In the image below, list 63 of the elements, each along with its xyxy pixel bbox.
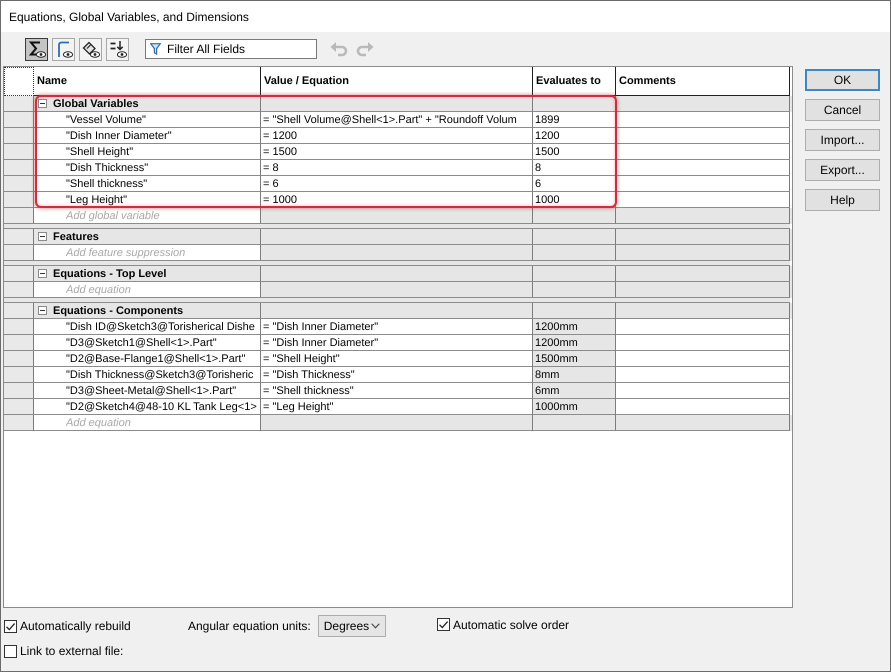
row-header-cell[interactable] [4, 245, 34, 261]
row-header-cell[interactable] [4, 367, 34, 383]
checkbox-label[interactable]: Automatically rebuild [20, 619, 131, 633]
checkbox-label[interactable]: Link to external file: [20, 644, 124, 658]
order-eye-icon [108, 39, 128, 59]
filter-field[interactable]: Filter All Fields [145, 39, 317, 59]
row-header-cell[interactable] [4, 144, 34, 160]
group-title: Equations - Components [53, 304, 184, 316]
row-header-cell[interactable] [4, 160, 34, 176]
dialog-button[interactable]: Export... [805, 159, 880, 181]
dialog-button[interactable]: OK [805, 69, 880, 91]
group-title: Features [53, 230, 99, 242]
collapse-icon[interactable] [38, 269, 47, 278]
field-label: Angular equation units: [188, 619, 311, 633]
row-header-cell[interactable] [4, 383, 34, 399]
view-toggle-button[interactable] [106, 38, 129, 60]
table-cell: 1200mm [533, 335, 616, 351]
filter-icon [150, 43, 161, 55]
undo-icon [329, 39, 349, 59]
group-title: Equations - Top Level [53, 268, 166, 280]
chevron-down-icon [370, 623, 380, 629]
row-header-cell[interactable] [4, 96, 34, 112]
row-header-cell[interactable] [4, 319, 34, 335]
checkbox[interactable] [4, 644, 17, 658]
row-header-cell[interactable] [4, 229, 34, 245]
row-header-cell[interactable] [4, 415, 34, 431]
checkbox[interactable] [437, 618, 450, 631]
table-cell: 1200mm [533, 319, 616, 335]
row-header-cell[interactable] [4, 282, 34, 298]
collapse-icon[interactable] [38, 99, 47, 108]
collapse-icon[interactable] [38, 232, 47, 241]
view-toggle-button[interactable] [52, 38, 75, 60]
row-header-cell[interactable] [4, 112, 34, 128]
column-header[interactable]: Name [34, 67, 261, 96]
collapse-icon[interactable] [38, 306, 47, 315]
window-title: Equations, Global Variables, and Dimensions [9, 10, 249, 24]
part-eye-icon [80, 39, 100, 59]
row-header-cell[interactable] [4, 303, 34, 319]
dialog-button[interactable]: Cancel [805, 99, 880, 121]
row-header-cell[interactable] [4, 128, 34, 144]
redo-icon [355, 39, 375, 59]
sigma-eye-icon [26, 39, 46, 59]
checkbox-label[interactable]: Automatic solve order [453, 618, 570, 632]
row-header-cell[interactable] [4, 335, 34, 351]
table-cell: 8mm [533, 367, 616, 383]
row-header-cell[interactable] [4, 399, 34, 415]
dialog-button[interactable]: Help [805, 189, 880, 211]
column-header[interactable]: Comments [616, 67, 790, 96]
table-cell: 1500mm [533, 351, 616, 367]
view-toggle-button[interactable] [79, 38, 102, 60]
group-title: Global Variables [53, 98, 139, 110]
view-toggle-button[interactable] [25, 38, 48, 60]
checkbox[interactable] [4, 620, 17, 632]
units-dropdown[interactable]: Degrees [318, 615, 386, 637]
row-header-cell[interactable] [4, 266, 34, 282]
row-header-cell[interactable] [4, 208, 34, 224]
dialog-button[interactable]: Import... [805, 129, 880, 151]
row-header-cell[interactable] [4, 351, 34, 367]
table-cell: 6mm [533, 383, 616, 399]
table-cell: 1000mm [533, 399, 616, 415]
row-header-cell[interactable] [4, 176, 34, 192]
column-header[interactable]: Value / Equation [261, 67, 533, 96]
row-header-cell[interactable] [4, 192, 34, 208]
